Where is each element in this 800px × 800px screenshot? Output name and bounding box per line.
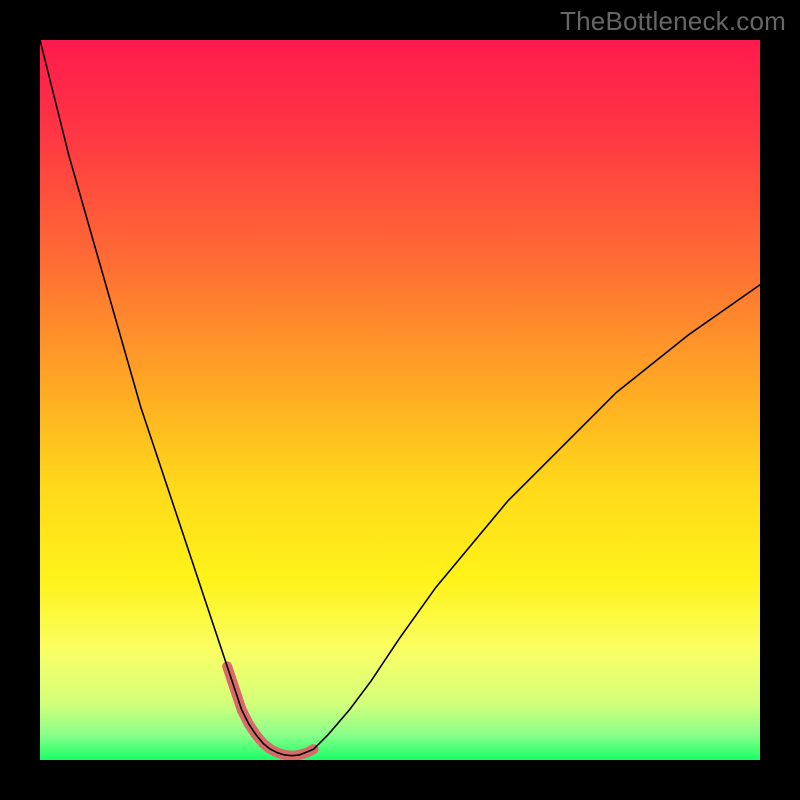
bottleneck-curve-path	[40, 40, 760, 756]
plot-area	[40, 40, 760, 760]
chart-frame: TheBottleneck.com	[0, 0, 800, 800]
curve-layer	[40, 40, 760, 760]
highlight-path	[227, 666, 313, 755]
watermark-text: TheBottleneck.com	[560, 6, 786, 37]
